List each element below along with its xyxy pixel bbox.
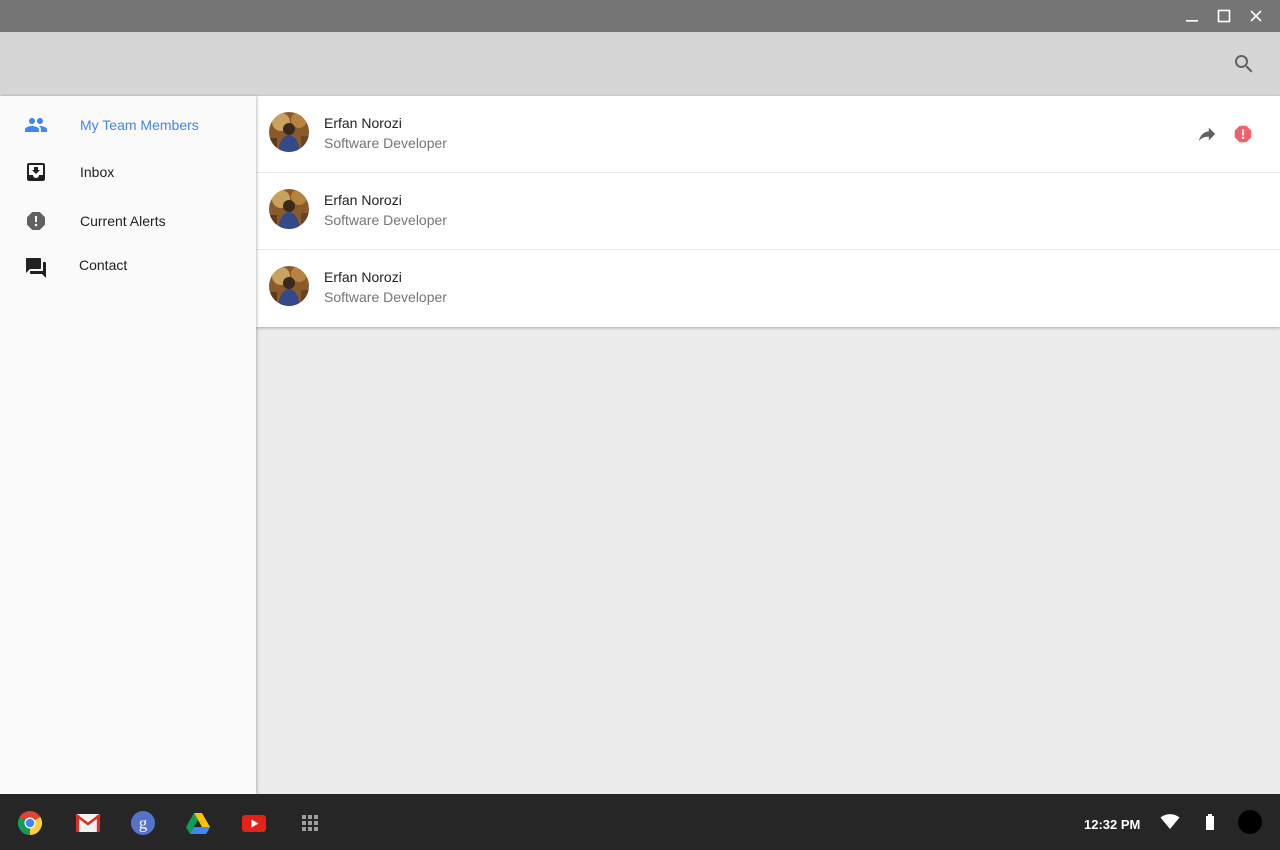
maximize-icon[interactable] bbox=[1214, 6, 1234, 26]
share-icon[interactable] bbox=[1196, 123, 1218, 145]
sidebar-item-inbox[interactable]: Inbox bbox=[0, 152, 256, 192]
people-icon bbox=[24, 113, 48, 137]
sidebar-item-my-team-members[interactable]: My Team Members bbox=[0, 105, 256, 145]
alert-icon bbox=[24, 209, 48, 233]
alert-icon[interactable] bbox=[1232, 123, 1254, 145]
sidebar-item-label: Inbox bbox=[80, 164, 115, 180]
minimize-icon[interactable] bbox=[1182, 6, 1202, 26]
member-name: Erfan Norozi bbox=[324, 115, 402, 131]
member-role: Software Developer bbox=[324, 135, 447, 151]
sidebar-item-label: Current Alerts bbox=[80, 213, 166, 229]
member-name: Erfan Norozi bbox=[324, 192, 402, 208]
drive-icon[interactable] bbox=[185, 810, 211, 836]
wifi-icon[interactable] bbox=[1160, 813, 1180, 836]
inbox-icon bbox=[24, 160, 48, 184]
svg-text:g: g bbox=[139, 814, 148, 833]
window-titlebar bbox=[0, 0, 1280, 32]
list-item[interactable]: Erfan Norozi Software Developer bbox=[256, 173, 1280, 250]
youtube-icon[interactable] bbox=[241, 810, 267, 836]
close-icon[interactable] bbox=[1246, 6, 1266, 26]
forum-icon bbox=[24, 256, 48, 280]
google-search-icon[interactable]: g bbox=[130, 810, 156, 836]
sidebar: My Team Members Inbox Current Alerts Con… bbox=[0, 96, 256, 794]
gmail-icon[interactable] bbox=[75, 810, 101, 836]
list-item[interactable]: Erfan Norozi Software Developer bbox=[256, 96, 1280, 173]
sidebar-item-contact[interactable]: Contact bbox=[0, 245, 256, 285]
sidebar-item-label: My Team Members bbox=[80, 117, 199, 133]
member-role: Software Developer bbox=[324, 289, 447, 305]
account-avatar[interactable] bbox=[1238, 810, 1262, 839]
chrome-icon[interactable] bbox=[17, 810, 43, 836]
member-list: Erfan Norozi Software Developer Erfan No… bbox=[256, 96, 1280, 327]
member-role: Software Developer bbox=[324, 212, 447, 228]
app-launcher-icon[interactable] bbox=[297, 810, 323, 836]
app-toolbar bbox=[0, 32, 1280, 96]
sidebar-item-current-alerts[interactable]: Current Alerts bbox=[0, 201, 256, 241]
taskbar-shelf: g 12:32 PM bbox=[0, 794, 1280, 850]
system-clock[interactable]: 12:32 PM bbox=[1084, 817, 1140, 832]
avatar bbox=[269, 189, 309, 229]
avatar bbox=[269, 266, 309, 306]
search-icon[interactable] bbox=[1232, 52, 1256, 76]
battery-icon[interactable] bbox=[1205, 814, 1215, 835]
list-item[interactable]: Erfan Norozi Software Developer bbox=[256, 250, 1280, 327]
member-name: Erfan Norozi bbox=[324, 269, 402, 285]
sidebar-item-label: Contact bbox=[79, 257, 128, 273]
avatar bbox=[269, 112, 309, 152]
